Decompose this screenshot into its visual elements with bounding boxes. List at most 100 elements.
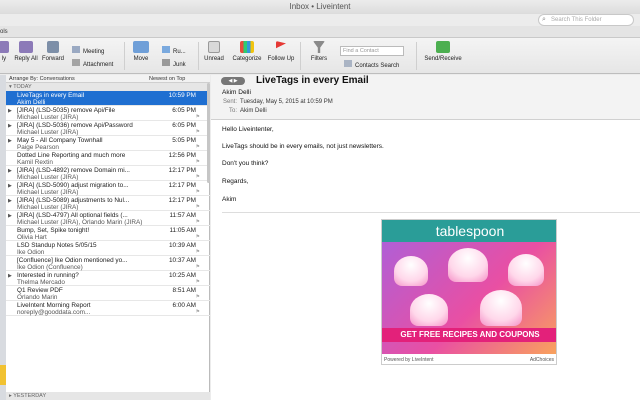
expand-thread-icon[interactable]: ▶ <box>8 213 12 219</box>
flag-icon[interactable]: ⚑ <box>196 219 200 225</box>
arrange-by-dropdown[interactable]: Arrange By: Conversations <box>9 75 75 83</box>
flag-icon[interactable]: ⚑ <box>196 189 200 195</box>
flag-icon[interactable]: ⚑ <box>196 249 200 255</box>
list-item[interactable]: ▶ [JIRA] (LSD-5090) adjust migration to..… <box>6 181 210 196</box>
row-subject: Interested in running? <box>17 272 79 279</box>
message-sender[interactable]: Akim Delli <box>222 89 251 96</box>
row-sender: Michael Luster (JIRA) <box>17 114 79 121</box>
sent-label: Sent: <box>222 99 237 105</box>
categorize-label: Categorize <box>232 56 262 62</box>
unread-button[interactable]: Unread <box>202 41 226 62</box>
filters-button[interactable]: Filters <box>306 41 332 62</box>
folder-search-placeholder: Search This Folder <box>551 17 602 23</box>
list-item[interactable]: LSD Standup Notes 5/05/15 10:39 AM Ike Odi… <box>6 241 210 256</box>
list-item[interactable]: LiveTags in every Email 10:59 PM Akim Dell… <box>6 91 210 106</box>
row-subject: LSD Standup Notes 5/05/15 <box>17 242 97 249</box>
body-line: Regards, <box>222 178 249 185</box>
find-contact-input[interactable]: Find a Contact <box>340 46 404 56</box>
row-subject: [JIRA] (LSD-5089) adjustments to Nul... <box>17 197 130 204</box>
message-header: ◀ ▶ LiveTags in every Email Akim Delli S… <box>211 75 640 120</box>
contacts-search-button[interactable]: Contacts Search <box>344 60 399 70</box>
flag-icon[interactable]: ⚑ <box>196 144 200 150</box>
expand-thread-icon[interactable]: ▶ <box>8 198 12 204</box>
row-sender: Michael Luster (JIRA) <box>17 204 79 211</box>
flag-icon[interactable]: ⚑ <box>196 264 200 270</box>
flag-icon[interactable]: ⚑ <box>196 294 200 300</box>
list-item[interactable]: ▶ [JIRA] (LSD-5036) remove Api/Password 6:… <box>6 121 210 136</box>
flag-icon[interactable]: ⚑ <box>196 309 200 315</box>
categorize-button[interactable]: Categorize <box>230 41 264 62</box>
advertisement[interactable]: tablespoon GET FREE RECIPES AND COUPONS … <box>381 219 557 365</box>
list-item[interactable]: ▶ [JIRA] (LSD-4892) remove Domain mi... 12… <box>6 166 210 181</box>
adchoices-link[interactable]: AdChoices <box>530 354 554 364</box>
to-value[interactable]: Akim Delli <box>240 108 267 114</box>
flag-icon[interactable]: ⚑ <box>196 159 200 165</box>
row-subject: Bump, Set, Spike tonight! <box>17 227 90 234</box>
message-list[interactable]: Arrange By: Conversations Newest on Top … <box>6 75 210 400</box>
list-item[interactable]: Dotted Line Reporting and much more 12:56… <box>6 151 210 166</box>
expand-thread-icon[interactable]: ▶ <box>8 183 12 189</box>
folder-move-icon <box>133 41 149 53</box>
expand-thread-icon[interactable]: ▶ <box>8 273 12 279</box>
reply-button[interactable]: ly <box>0 41 12 62</box>
forward-button[interactable]: Forward <box>41 41 65 62</box>
flag-icon[interactable]: ⚑ <box>196 279 200 285</box>
group-header-yesterday[interactable]: ▸ YESTERDAY <box>6 392 210 400</box>
cupcake-image <box>480 290 522 326</box>
list-header: Arrange By: Conversations Newest on Top <box>6 75 210 83</box>
list-item[interactable]: [Confluence] Ike Odion mentioned yo... 10… <box>6 256 210 271</box>
expand-thread-icon[interactable]: ▶ <box>8 168 12 174</box>
ad-brand: tablespoon <box>435 223 505 239</box>
list-item[interactable]: ▶ Interested in running? 10:25 AM Thelma Me… <box>6 271 210 286</box>
flag-icon[interactable]: ⚑ <box>196 174 200 180</box>
list-scrollbar[interactable] <box>207 83 210 183</box>
junk-button[interactable]: Junk <box>162 59 186 69</box>
flag-icon[interactable]: ⚑ <box>196 204 200 210</box>
expand-thread-icon[interactable]: ▶ <box>8 108 12 114</box>
group-header-today[interactable]: ▾ TODAY <box>6 83 210 91</box>
follow-up-button[interactable]: Follow Up <box>266 41 296 62</box>
flag-icon[interactable]: ⚑ <box>196 114 200 120</box>
paperclip-icon <box>72 59 80 66</box>
row-sender: Ike Odion <box>17 249 45 256</box>
window-titlebar: Inbox • Liveintent <box>0 0 640 14</box>
move-label: Move <box>133 56 149 62</box>
prev-next-buttons[interactable]: ◀ ▶ <box>221 77 245 85</box>
expand-thread-icon[interactable]: ▶ <box>8 123 12 129</box>
body-divider <box>222 212 640 213</box>
send-receive-label: Send/Receive <box>424 56 462 62</box>
rules-button[interactable]: Ru... <box>162 46 186 56</box>
row-time: 8:51 AM <box>172 287 196 294</box>
row-time: 10:25 AM <box>168 272 196 279</box>
expand-thread-icon[interactable]: ▶ <box>8 138 12 144</box>
row-time: 12:17 PM <box>168 197 196 204</box>
move-button[interactable]: Move <box>128 41 154 62</box>
meeting-button[interactable]: Meeting <box>72 46 104 56</box>
list-item[interactable]: Q1 Review PDF 8:51 AM Orlando Marin ⚑ <box>6 286 210 301</box>
reply-icon <box>0 41 9 53</box>
list-item[interactable]: ▶ [JIRA] (LSD-5035) remove Api/File 6:05 P… <box>6 106 210 121</box>
sent-line: Sent: Tuesday, May 5, 2015 at 10:59 PM <box>222 99 333 105</box>
list-item[interactable]: ▶ [JIRA] (LSD-5089) adjustments to Nul...… <box>6 196 210 211</box>
row-subject: [JIRA] (LSD-5035) remove Api/File <box>17 107 116 114</box>
list-item[interactable]: LiveIntent Morning Report 6:00 AM noreply@… <box>6 301 210 316</box>
flag-icon[interactable]: ⚑ <box>196 234 200 240</box>
sort-order-dropdown[interactable]: Newest on Top <box>149 75 185 83</box>
folder-search-input[interactable]: ⌕ Search This Folder <box>538 14 634 26</box>
reply-all-button[interactable]: Reply All <box>12 41 40 62</box>
row-sender: Michael Luster (JIRA) <box>17 129 79 136</box>
meeting-label: Meeting <box>83 49 105 55</box>
attachment-button[interactable]: Attachment <box>72 59 113 69</box>
list-item[interactable]: ▶ [JIRA] (LSD-4797) All optional fields (… <box>6 211 210 226</box>
window-title: Inbox • Liveintent <box>289 2 351 11</box>
tab-tools[interactable]: ols <box>0 26 8 38</box>
row-time: 5:05 PM <box>172 137 196 144</box>
ad-banner[interactable]: GET FREE RECIPES AND COUPONS <box>382 328 556 342</box>
list-item[interactable]: Bump, Set, Spike tonight! 11:05 AM Olivia … <box>6 226 210 241</box>
rules-label: Ru... <box>173 49 186 55</box>
list-item[interactable]: ▶ May 5 - All Company Townhall 5:05 PM Paig… <box>6 136 210 151</box>
flag-icon[interactable]: ⚑ <box>196 129 200 135</box>
row-sender: Michael Luster (JIRA), Orlando Marin (JI… <box>17 219 143 226</box>
send-receive-button[interactable]: Send/Receive <box>422 41 464 62</box>
ad-powered-by[interactable]: Powered by LiveIntent <box>384 354 433 364</box>
